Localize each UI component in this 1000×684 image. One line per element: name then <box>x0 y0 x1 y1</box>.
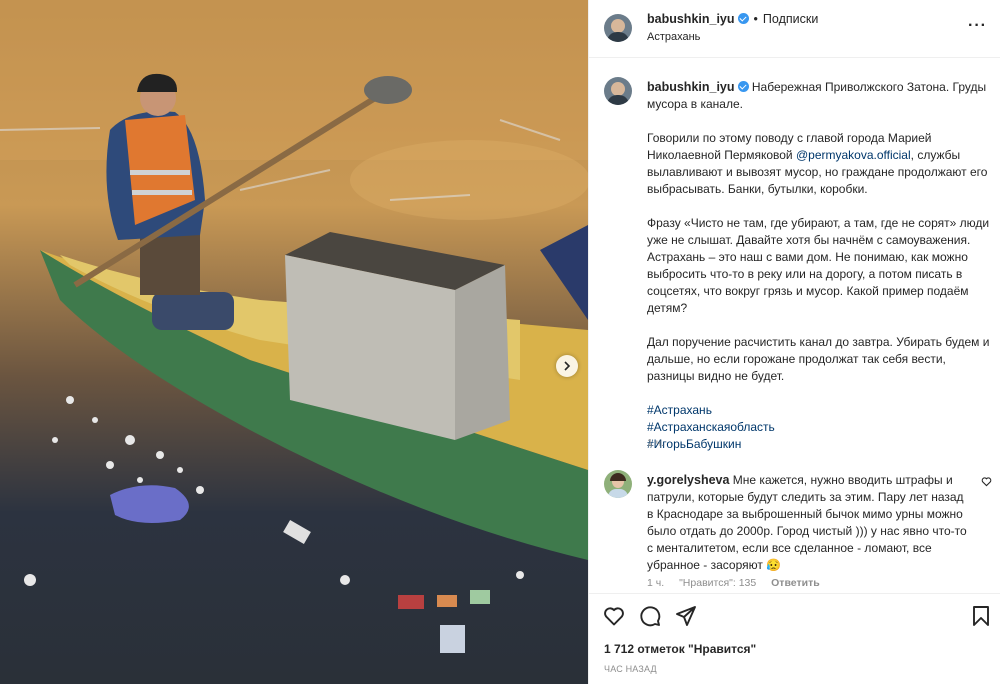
next-photo-button[interactable] <box>556 355 578 377</box>
caption-paragraph-2: Говорили по этому поводу с главой города… <box>647 130 995 198</box>
commenter-avatar[interactable] <box>604 470 632 498</box>
caption-paragraph-4: Дал поручение расчистить канал до завтра… <box>647 335 990 383</box>
comment-meta: 1 ч. "Нравится": 135 Ответить <box>647 577 832 589</box>
verified-badge-icon <box>737 81 749 92</box>
verified-badge-icon <box>737 13 749 24</box>
header-author-line: babushkin_iyu • Подписки <box>647 12 818 26</box>
post-actions: 1 712 отметок "Нравится" ЧАС НАЗАД <box>589 593 1000 684</box>
reply-button[interactable]: Ответить <box>771 577 820 589</box>
post-header: babushkin_iyu • Подписки Астрахань ··· <box>589 0 1000 58</box>
author-username[interactable]: babushkin_iyu <box>647 12 735 26</box>
hashtag-link[interactable]: #Астраханскаяобласть <box>647 419 995 436</box>
mention-link[interactable]: @permyakova.official <box>796 148 911 162</box>
more-options-icon[interactable]: ··· <box>968 18 987 34</box>
caption-text: babushkin_iyu Набережная Приволжского За… <box>647 79 995 453</box>
caption-timestamp[interactable]: 1 ч. <box>647 437 664 449</box>
author-avatar[interactable] <box>604 14 632 42</box>
hashtag-link[interactable]: #Астрахань <box>647 402 995 419</box>
heart-icon[interactable] <box>602 604 626 628</box>
caption-lead-paragraph: babushkin_iyu Набережная Приволжского За… <box>647 79 995 113</box>
comments-area[interactable]: babushkin_iyu Набережная Приволжского За… <box>589 59 1000 593</box>
comment-like-count[interactable]: "Нравится": 135 <box>679 577 756 589</box>
like-count[interactable]: 1 712 отметок "Нравится" <box>604 642 756 656</box>
comment-icon[interactable] <box>638 604 662 628</box>
share-icon[interactable] <box>674 604 698 628</box>
comment-timestamp[interactable]: 1 ч. <box>647 577 664 589</box>
hashtag-list: #Астрахань #Астраханскаяобласть #ИгорьБа… <box>647 402 995 453</box>
chevron-right-icon <box>564 361 571 371</box>
caption-username[interactable]: babushkin_iyu <box>647 80 735 94</box>
photo-canvas <box>0 0 588 684</box>
post-timestamp[interactable]: ЧАС НАЗАД <box>604 664 657 674</box>
bookmark-icon[interactable] <box>969 604 993 628</box>
following-button[interactable]: Подписки <box>763 12 818 26</box>
post-photo <box>0 0 588 684</box>
post-panel: babushkin_iyu • Подписки Астрахань ··· bab… <box>588 0 1000 684</box>
caption-avatar[interactable] <box>604 77 632 105</box>
caption-paragraph-3: Фразу «Чисто не там, где убирают, а там,… <box>647 216 990 315</box>
comment-text: Мне кажется, нужно вводить штрафы и патр… <box>647 473 967 572</box>
post-location[interactable]: Астрахань <box>647 31 700 43</box>
comment-text-block: y.gorelysheva Мне кажется, нужно вводить… <box>647 472 972 574</box>
hashtag-link[interactable]: #ИгорьБабушкин <box>647 436 995 453</box>
separator-dot: • <box>753 12 758 26</box>
commenter-username[interactable]: y.gorelysheva <box>647 473 729 487</box>
comment-like-heart-icon[interactable] <box>981 476 992 487</box>
